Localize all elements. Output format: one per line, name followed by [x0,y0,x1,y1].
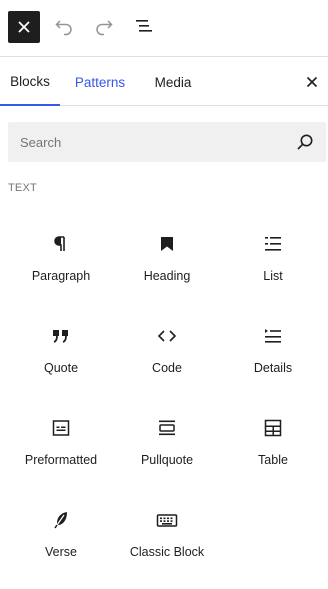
tab-blocks-label: Blocks [10,73,50,89]
block-label: Classic Block [129,545,205,559]
block-label: Code [152,361,182,375]
document-overview-button[interactable] [132,14,156,38]
tab-patterns-label: Patterns [74,74,126,90]
close-tabs-button[interactable] [300,70,324,94]
code-icon [155,324,179,348]
undo-button[interactable] [52,14,76,38]
block-item-paragraph[interactable]: Paragraph [8,212,114,304]
block-item-verse[interactable]: Verse [8,488,114,580]
block-label: Heading [143,269,191,283]
block-label: Pullquote [140,453,194,467]
block-item-quote[interactable]: Quote [8,304,114,396]
block-item-table[interactable]: Table [220,396,326,488]
redo-icon [96,20,113,36]
redo-button[interactable] [92,14,116,38]
block-item-heading[interactable]: Heading [114,212,220,304]
block-label: Details [253,361,293,375]
block-item-list[interactable]: List [220,212,326,304]
undo-icon [55,20,72,36]
block-item-details[interactable]: Details [220,304,326,396]
close-inserter-button[interactable] [8,11,40,43]
block-item-pullquote[interactable]: Pullquote [114,396,220,488]
table-icon [261,416,285,440]
tab-media-label: Media [154,74,192,90]
details-icon [261,324,285,348]
editor-toolbar [0,0,328,57]
search-input[interactable] [8,122,288,162]
block-item-classic[interactable]: Classic Block [114,488,220,580]
keyboard-icon [155,508,179,532]
quote-icon [49,324,73,348]
block-label: Quote [43,361,79,375]
search-button[interactable] [294,131,316,153]
block-label: Paragraph [31,269,91,283]
tab-patterns[interactable]: Patterns [70,58,130,106]
close-icon [306,76,318,88]
block-label: Table [258,453,288,467]
tab-blocks[interactable]: Blocks [0,58,60,106]
list-icon [261,232,285,256]
block-item-preformatted[interactable]: Preformatted [8,396,114,488]
pullquote-icon [155,416,179,440]
search-icon [297,134,313,150]
tab-media[interactable]: Media [148,58,198,106]
paragraph-icon [49,232,73,256]
block-label: Verse [45,545,77,559]
document-overview-icon [136,20,152,32]
section-title: TEXT [8,182,37,194]
block-item-code[interactable]: Code [114,304,220,396]
verse-feather-icon [49,508,73,532]
block-label: Preformatted [24,453,98,467]
close-icon [18,21,30,33]
block-search [8,122,326,162]
block-grid: Paragraph Heading List Quote Code Detail… [8,212,326,580]
block-label: List [263,269,283,283]
inserter-tabs: Blocks Patterns Media [0,58,328,106]
preformatted-icon [49,416,73,440]
heading-bookmark-icon [155,232,179,256]
